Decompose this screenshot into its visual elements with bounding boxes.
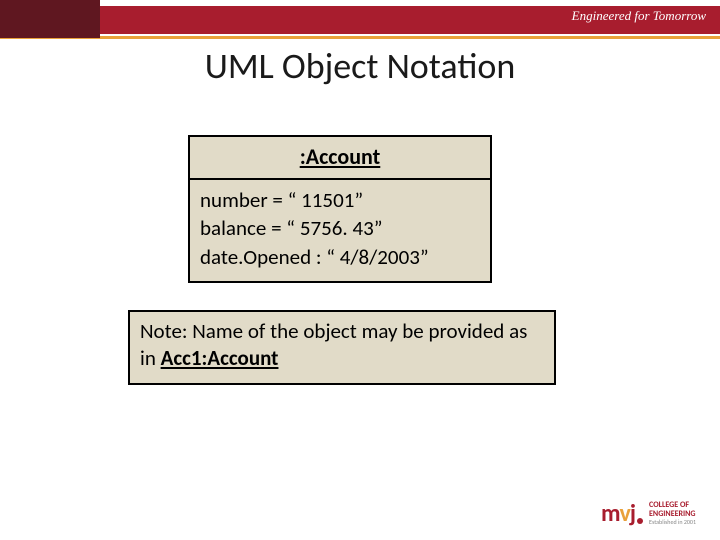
logo-letter-m: m bbox=[601, 499, 620, 528]
uml-attr-dateopened: date.Opened : “ 4/8/2003” bbox=[200, 243, 480, 271]
slide-title: UML Object Notation bbox=[0, 44, 720, 88]
uml-attr-balance: balance = “ 5756. 43” bbox=[200, 214, 480, 242]
logo-text-sub: Established in 2001 bbox=[649, 519, 696, 526]
uml-object-attributes: number = “ 11501” balance = “ 5756. 43” … bbox=[190, 180, 490, 281]
logo-letter-v: v bbox=[620, 499, 630, 528]
note-emphasis: Acc1:Account bbox=[161, 345, 279, 371]
note-box: Note: Name of the object may be provided… bbox=[128, 310, 556, 385]
uml-attr-number: number = “ 11501” bbox=[200, 186, 480, 214]
logo-mark: mvj bbox=[601, 499, 643, 528]
footer-logo: mvj COLLEGE OF ENGINEERING Established i… bbox=[601, 499, 696, 528]
logo-text: COLLEGE OF ENGINEERING Established in 20… bbox=[649, 499, 696, 525]
logo-letter-j: j bbox=[630, 499, 635, 528]
header-tagline: Engineered for Tomorrow bbox=[572, 8, 706, 24]
logo-dot-icon bbox=[637, 518, 643, 524]
header-accent-line bbox=[0, 36, 720, 39]
uml-object-classname: :Account bbox=[300, 143, 381, 170]
uml-object-header: :Account bbox=[190, 137, 490, 180]
header-accent-block bbox=[0, 0, 100, 38]
uml-object-box: :Account number = “ 11501” balance = “ 5… bbox=[188, 135, 492, 283]
